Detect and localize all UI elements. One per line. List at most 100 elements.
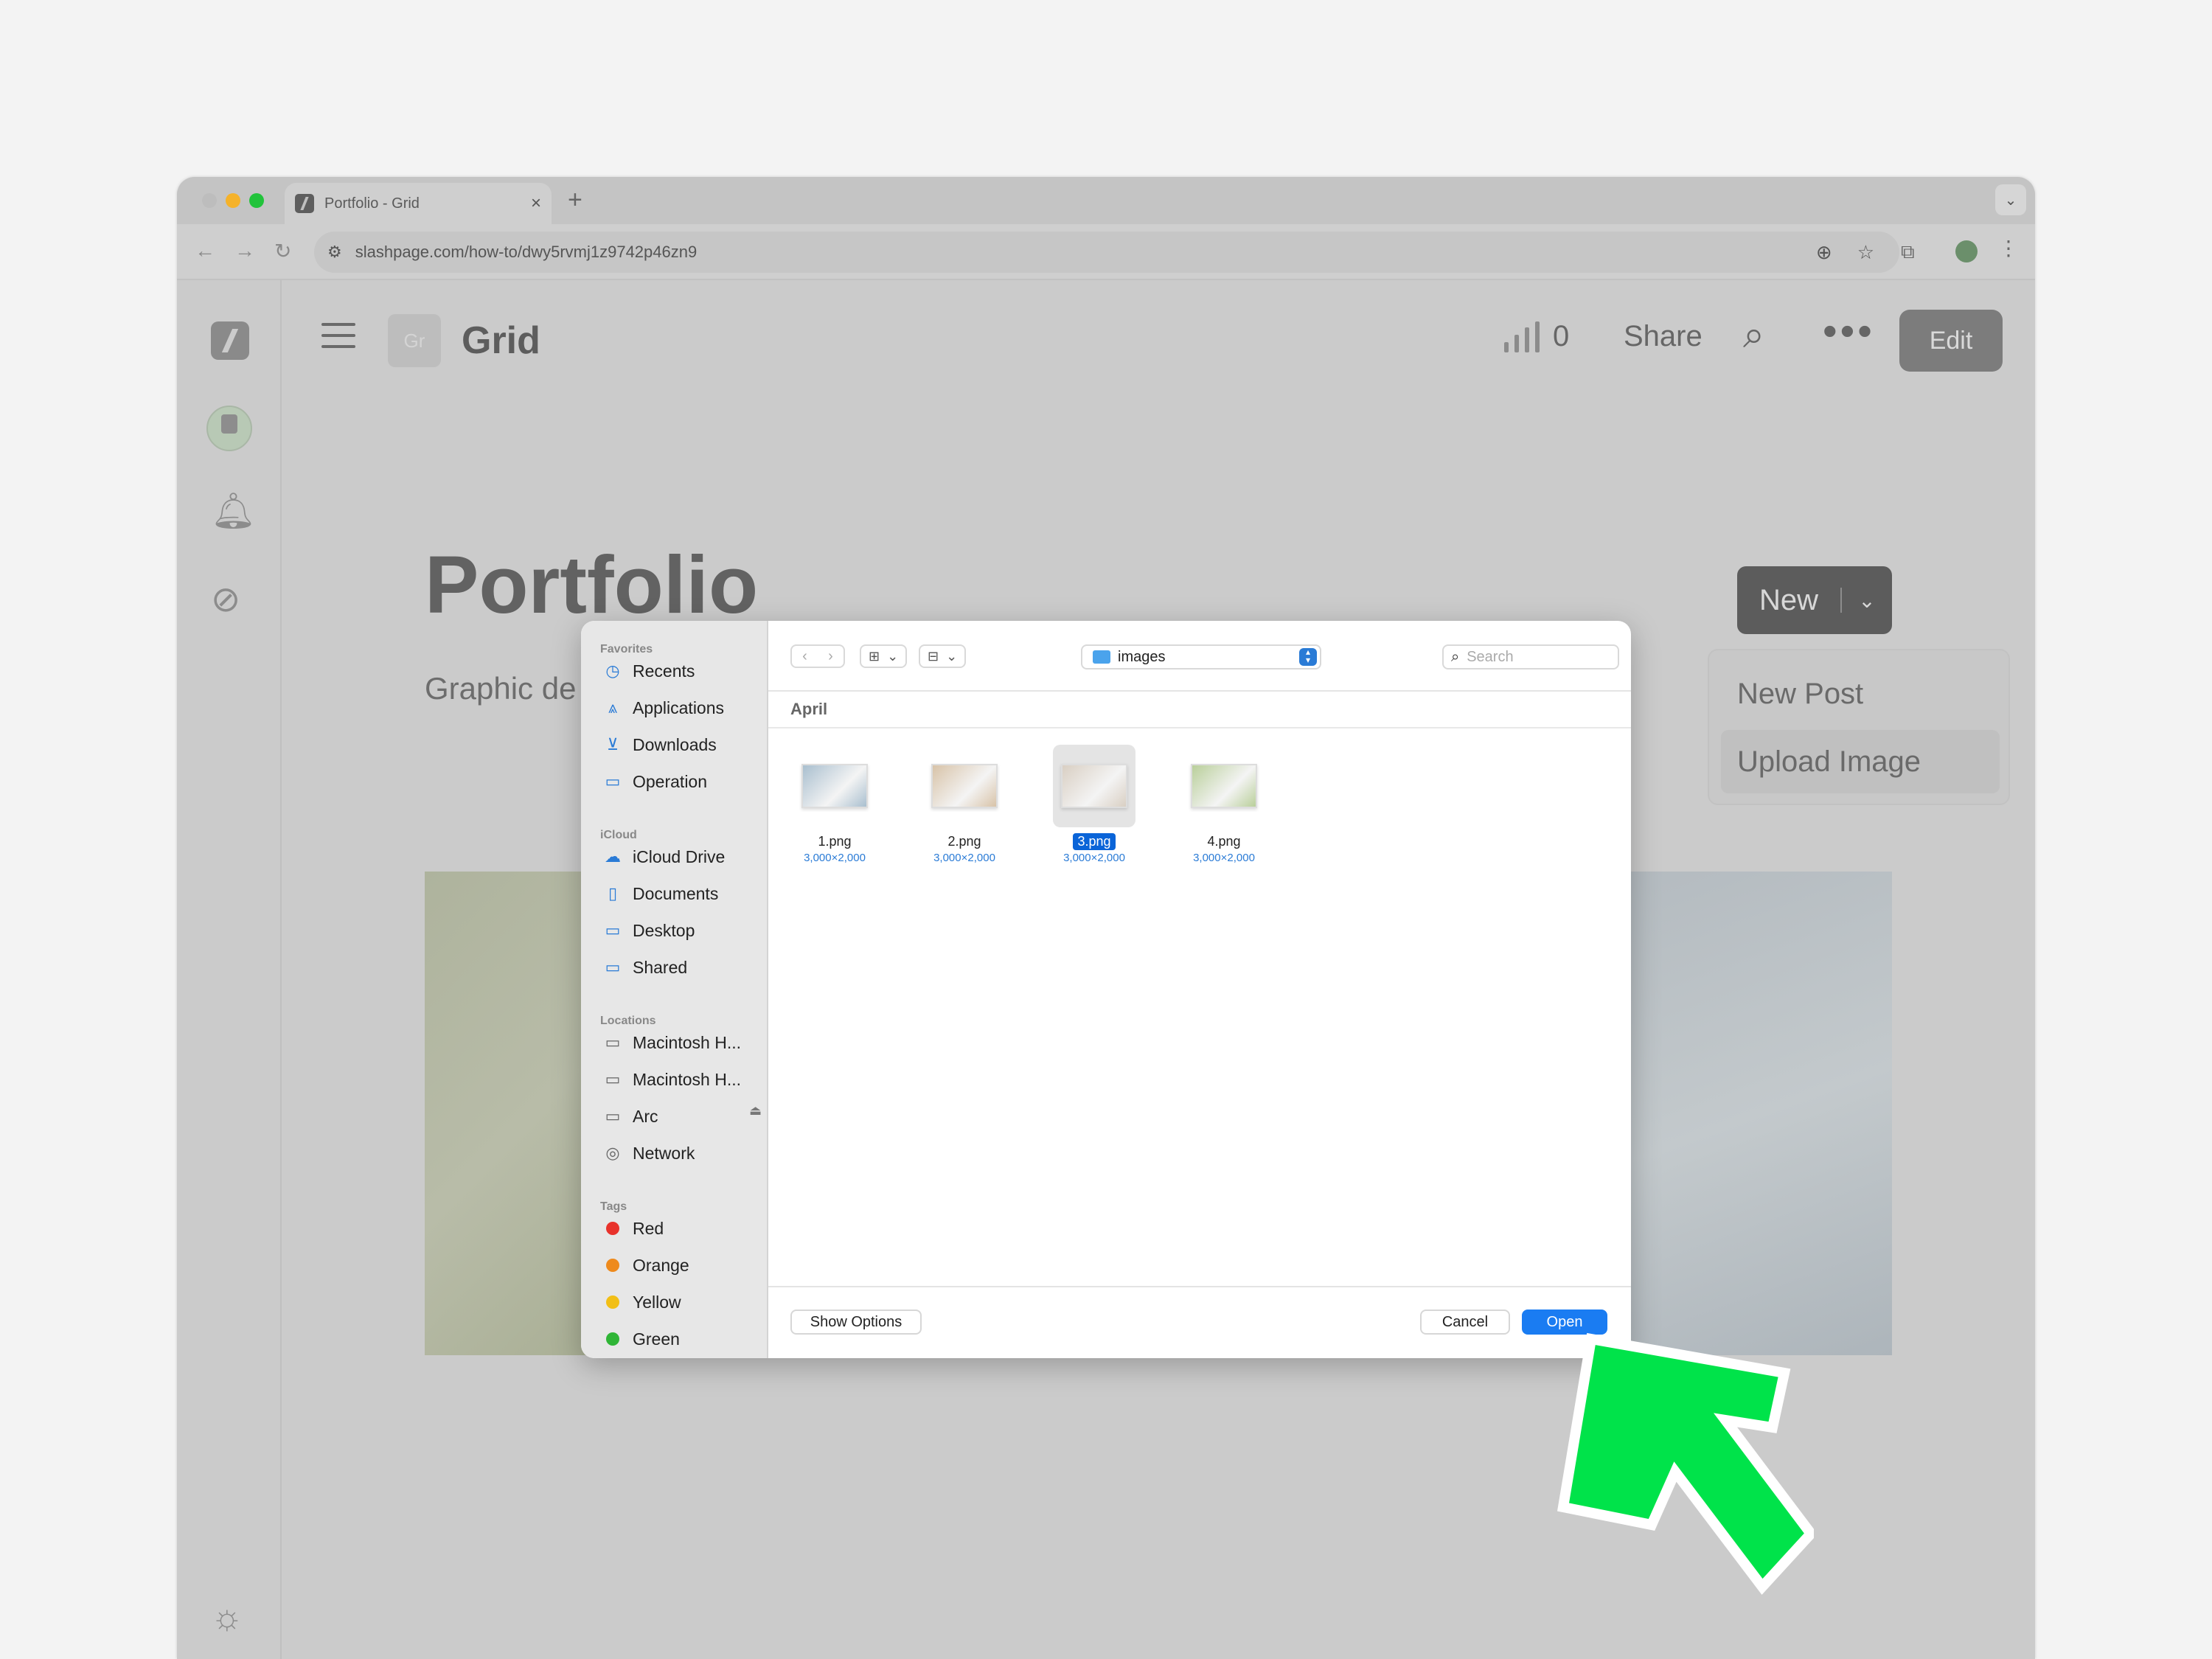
- space-badge[interactable]: Gr: [388, 314, 441, 367]
- stats-bars-icon[interactable]: [1504, 321, 1540, 352]
- desktop-icon: ▭: [605, 921, 621, 939]
- user-avatar[interactable]: [206, 406, 252, 451]
- profile-avatar-icon[interactable]: [1955, 240, 1978, 262]
- back-arrow-icon[interactable]: ←: [195, 239, 215, 262]
- minimize-window-button[interactable]: [226, 193, 240, 208]
- file-thumbnail: [931, 764, 998, 808]
- sidebar-item-applications[interactable]: ⩓ Applications: [602, 695, 724, 721]
- slashpage-logo-icon[interactable]: [211, 321, 249, 360]
- document-icon: ▯: [608, 884, 618, 902]
- disk-icon: ▭: [605, 1070, 621, 1088]
- sidebar-item-shared[interactable]: ▭ Shared: [602, 954, 688, 981]
- file-item[interactable]: 4.png 3,000×2,000: [1180, 745, 1268, 864]
- chevron-down-icon[interactable]: ⌄: [1842, 588, 1892, 613]
- chevron-left-icon[interactable]: ‹: [792, 646, 818, 667]
- sidebar-item-icloud-drive[interactable]: ☁ iCloud Drive: [602, 844, 725, 870]
- hamburger-menu-icon[interactable]: [321, 323, 355, 348]
- sidebar-item-operation[interactable]: ▭ Operation: [602, 768, 707, 795]
- chevron-down-icon: ⌄: [887, 648, 899, 664]
- menu-item-upload-image[interactable]: Upload Image: [1721, 730, 2000, 793]
- grid-view-icon: ⊞: [869, 648, 880, 664]
- new-button[interactable]: New ⌄: [1737, 566, 1892, 634]
- updown-chevron-icon[interactable]: ▴ ▾: [1299, 647, 1317, 666]
- url-text[interactable]: slashpage.com/how-to/dwy5rvmj1z9742p46zn…: [355, 243, 1816, 262]
- file-item-selected[interactable]: 3.png 3,000×2,000: [1050, 745, 1138, 864]
- site-settings-icon[interactable]: ⚙: [327, 243, 342, 262]
- tab-bar: Portfolio - Grid × + ⌄: [177, 177, 2035, 224]
- sidebar-item-arc[interactable]: ▭ Arc ⏏: [602, 1103, 762, 1130]
- globe-icon: ◎: [605, 1144, 620, 1162]
- page-subtitle: Graphic de: [425, 671, 577, 706]
- search-icon: ⌕: [1451, 648, 1460, 665]
- group-header: April: [768, 692, 1631, 728]
- group-view-toggle[interactable]: ⊟ ⌄: [919, 644, 967, 668]
- search-icon[interactable]: ⌕: [1743, 313, 1764, 358]
- theme-sun-icon[interactable]: ☼: [211, 1600, 243, 1635]
- sidebar-item-desktop[interactable]: ▭ Desktop: [602, 917, 695, 944]
- reload-icon[interactable]: ↻: [274, 239, 291, 263]
- file-browser: April 1.png 3,000×2,000 2.png 3,000×2,00…: [768, 692, 1631, 1286]
- file-item[interactable]: 1.png 3,000×2,000: [790, 745, 879, 864]
- sidebar-tag-orange[interactable]: Orange: [602, 1252, 689, 1279]
- new-tab-button[interactable]: +: [568, 186, 582, 215]
- file-dimensions: 3,000×2,000: [804, 852, 866, 864]
- applications-icon: ⩓: [608, 698, 618, 717]
- cancel-button[interactable]: Cancel: [1420, 1310, 1510, 1335]
- file-dimensions: 3,000×2,000: [933, 852, 995, 864]
- eject-icon[interactable]: ⏏: [749, 1103, 762, 1119]
- search-placeholder: Search: [1467, 648, 1514, 665]
- sidebar-section-tags: Tags: [600, 1200, 627, 1213]
- file-thumbnail: [1061, 764, 1127, 808]
- group-grid-icon: ⊟: [928, 648, 939, 664]
- menu-item-new-post[interactable]: New Post: [1721, 662, 2000, 726]
- icon-view-toggle[interactable]: ⊞ ⌄: [860, 644, 908, 668]
- url-field[interactable]: ⚙ slashpage.com/how-to/dwy5rvmj1z9742p46…: [314, 232, 1899, 273]
- grid-image[interactable]: [1630, 872, 1892, 1355]
- forward-arrow-icon[interactable]: →: [234, 239, 255, 262]
- sidebar-item-macintosh-hd-1[interactable]: ▭ Macintosh H...: [602, 1029, 741, 1056]
- folder-icon: [1093, 650, 1110, 664]
- tag-dot-icon: [606, 1222, 619, 1235]
- sidebar-item-documents[interactable]: ▯ Documents: [602, 880, 718, 907]
- chevron-down-icon: ⌄: [946, 648, 958, 664]
- share-button[interactable]: Share: [1624, 320, 1703, 353]
- maximize-window-button[interactable]: [249, 193, 264, 208]
- sidebar-section-favorites: Favorites: [600, 643, 653, 655]
- extensions-icon[interactable]: ⧉: [1901, 240, 1915, 264]
- sidebar-tag-red[interactable]: Red: [602, 1215, 664, 1242]
- bookmark-star-icon[interactable]: ☆: [1857, 241, 1874, 264]
- file-dimensions: 3,000×2,000: [1063, 852, 1125, 864]
- browser-menu-icon[interactable]: ⋮: [1998, 236, 2019, 260]
- new-button-label: New: [1759, 583, 1819, 616]
- show-options-button[interactable]: Show Options: [790, 1310, 922, 1335]
- tab-list-chevron-icon[interactable]: ⌄: [1995, 184, 2026, 215]
- sidebar-tag-yellow[interactable]: Yellow: [602, 1289, 681, 1315]
- edit-button[interactable]: Edit: [1899, 310, 2003, 372]
- chevron-right-icon[interactable]: ›: [818, 646, 844, 667]
- sidebar-item-recents[interactable]: ◷ Recents: [602, 658, 695, 684]
- sidebar-item-macintosh-hd-2[interactable]: ▭ Macintosh H...: [602, 1066, 741, 1093]
- page-title: Portfolio: [425, 540, 759, 630]
- bell-icon[interactable]: 🔔︎: [211, 494, 256, 529]
- cloud-icon: ☁: [605, 847, 621, 866]
- compass-icon[interactable]: ⊘: [211, 582, 240, 618]
- sidebar-item-downloads[interactable]: ⊻ Downloads: [602, 731, 717, 758]
- dialog-footer: Show Options Cancel Open: [768, 1286, 1631, 1358]
- folder-icon: ▭: [605, 772, 621, 790]
- close-window-button[interactable]: [202, 193, 217, 208]
- location-name: images: [1118, 648, 1166, 665]
- sidebar-tag-green[interactable]: Green: [602, 1326, 680, 1352]
- file-item[interactable]: 2.png 3,000×2,000: [920, 745, 1009, 864]
- shared-folder-icon: ▭: [605, 958, 621, 976]
- zoom-icon[interactable]: ⊕: [1816, 241, 1832, 264]
- file-dimensions: 3,000×2,000: [1193, 852, 1255, 864]
- search-field[interactable]: ⌕ Search: [1442, 644, 1619, 669]
- tab-close-icon[interactable]: ×: [531, 193, 541, 214]
- browser-tab[interactable]: Portfolio - Grid ×: [285, 183, 552, 224]
- location-popup[interactable]: images ▴ ▾: [1081, 644, 1321, 669]
- disk-icon: ▭: [605, 1033, 621, 1051]
- tag-dot-icon: [606, 1259, 619, 1272]
- sidebar-item-network[interactable]: ◎ Network: [602, 1140, 695, 1166]
- left-rail: 🔔︎ ⊘ ☼: [177, 280, 282, 1659]
- more-options-icon[interactable]: •••: [1823, 307, 1875, 355]
